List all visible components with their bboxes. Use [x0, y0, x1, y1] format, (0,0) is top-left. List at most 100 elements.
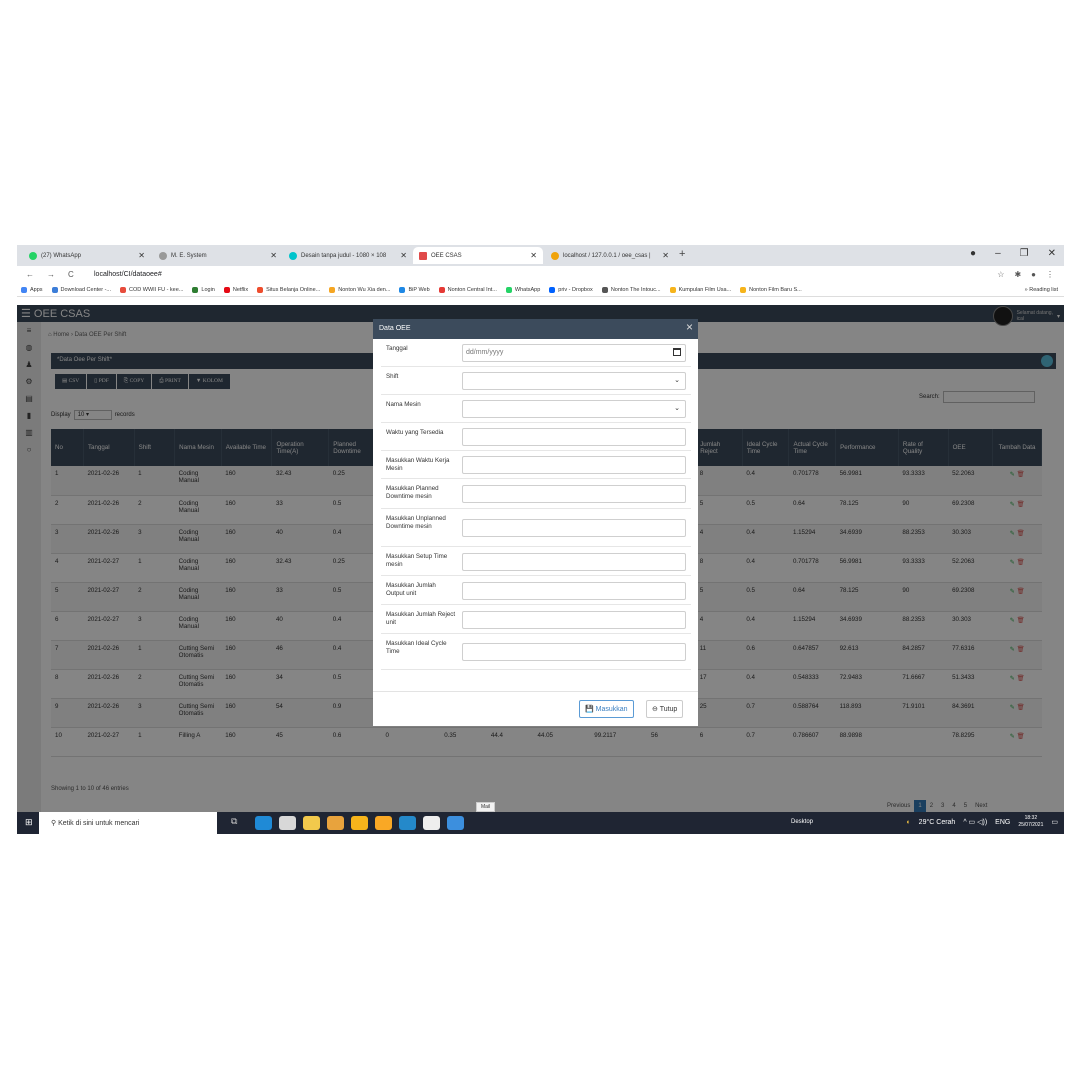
close-icon[interactable]: ✕ [394, 251, 407, 260]
submit-button[interactable]: 💾 Masukkan [579, 700, 634, 718]
store-icon[interactable] [279, 816, 296, 830]
field-label: Tanggal [386, 345, 408, 352]
bookmarks-bar: Apps Download Center -... COD WWII FU - … [17, 283, 1064, 297]
calendar-icon[interactable] [673, 348, 681, 356]
bookmark-icon [120, 286, 126, 293]
dropbox-icon [549, 286, 556, 293]
weather-icon: ◐ [906, 818, 911, 826]
browser-tab-active[interactable]: OEE CSAS ✕ [413, 247, 543, 264]
text-input[interactable] [462, 456, 686, 474]
profile-icon[interactable]: ● [970, 248, 976, 259]
browser-tab[interactable]: M. E. System ✕ [153, 247, 283, 264]
bookmark[interactable]: Nonton Wu Xia den... [329, 286, 390, 293]
field-label: Masukkan Ideal Cycle Time [386, 640, 447, 655]
bookmark[interactable]: Kumpulan Film Usa... [669, 286, 731, 293]
window-controls: ● – ❐ ✕ [970, 248, 1056, 259]
form-row: Masukkan Setup Time mesin [381, 547, 691, 576]
menu-dots-icon[interactable]: ⋮ [1046, 270, 1054, 279]
star-icon[interactable]: ☆ [997, 270, 1004, 279]
field-label: Waktu yang Tersedia [386, 429, 444, 436]
close-icon[interactable]: ✕ [264, 251, 277, 260]
bookmark[interactable]: Apps [21, 286, 43, 293]
app-icon[interactable] [423, 816, 440, 830]
minimize-icon[interactable]: – [995, 248, 1001, 259]
date-input[interactable]: dd/mm/yyyy [462, 344, 686, 362]
browser-tab[interactable]: (27) WhatsApp ✕ [23, 247, 151, 264]
bookmark[interactable]: Nonton The Intouc... [601, 286, 661, 293]
close-icon[interactable]: ✕ [132, 251, 145, 260]
bookmark[interactable]: Download Center -... [51, 286, 111, 293]
vscode-icon[interactable] [399, 816, 416, 830]
close-icon[interactable]: ✕ [656, 251, 669, 260]
whatsapp-icon [505, 286, 512, 293]
bookmark-icon [438, 286, 445, 293]
browser-tab[interactable]: localhost / 127.0.0.1 / oee_csas | ✕ [545, 247, 675, 264]
clock[interactable]: 18:32 25/07/2021 [1018, 815, 1043, 829]
text-input[interactable] [462, 485, 686, 503]
bookmark[interactable]: Nonton Central Int... [438, 286, 497, 293]
forward-icon[interactable]: → [47, 270, 59, 279]
mail-icon[interactable] [447, 816, 464, 830]
select-input[interactable]: ⌄ [462, 400, 686, 418]
bookmark-icon [329, 286, 336, 293]
form-row: Masukkan Jumlah Reject unit [381, 605, 691, 634]
new-tab-button[interactable]: + [679, 248, 685, 260]
reading-list[interactable]: » Reading list [1025, 287, 1058, 293]
form-row: Masukkan Waktu Kerja Mesin [381, 451, 691, 479]
bookmark[interactable]: priv - Dropbox [549, 286, 593, 293]
close-button[interactable]: ⊖ Tutup [646, 700, 684, 718]
bookmark-icon [399, 286, 406, 293]
bookmark[interactable]: BiP Web [399, 286, 430, 293]
browser-tab[interactable]: Desain tanpa judul - 1080 × 108 ✕ [283, 247, 413, 264]
modal-title: Data OEE [379, 325, 411, 332]
profile-avatar-icon[interactable]: ● [1031, 270, 1036, 279]
chrome-icon[interactable] [327, 816, 344, 830]
text-input[interactable] [462, 643, 686, 661]
bookmark[interactable]: Netflix [223, 286, 248, 293]
notification-icon[interactable]: ▭ [1051, 818, 1058, 826]
taskbar-search-input[interactable]: ⚲ Ketik di sini untuk mencari [39, 812, 217, 834]
tray-icons[interactable]: ^ ▭ ◁)) [963, 818, 987, 826]
sublime-icon[interactable] [375, 816, 392, 830]
close-icon[interactable]: ✕ [524, 251, 537, 260]
tab-label: Desain tanpa judul - 1080 × 108 [301, 252, 387, 259]
text-input[interactable] [462, 428, 686, 446]
text-input[interactable] [462, 582, 686, 600]
mail-tooltip: Mail [476, 802, 496, 812]
form-row: Masukkan Planned Downtime mesin [381, 479, 691, 509]
extensions-icon[interactable]: ✱ [1014, 270, 1021, 279]
chevron-down-icon: ⌄ [674, 405, 680, 412]
field-label: Masukkan Unplanned Downtime mesin [386, 515, 446, 530]
bookmark[interactable]: Login [192, 286, 215, 293]
text-input[interactable] [462, 611, 686, 629]
system-tray: ◐ 29°C Cerah ^ ▭ ◁)) ENG 18:32 25/07/2021… [906, 815, 1058, 829]
bookmark[interactable]: Nonton Film Baru S... [740, 286, 802, 293]
text-input[interactable] [462, 519, 686, 537]
select-input[interactable]: ⌄ [462, 372, 686, 390]
bookmark[interactable]: WhatsApp [505, 286, 540, 293]
minus-circle-icon: ⊖ [652, 706, 660, 713]
desktop-label[interactable]: Desktop [791, 819, 813, 825]
edge-icon[interactable] [255, 816, 272, 830]
back-icon[interactable]: ← [26, 270, 38, 279]
language-indicator[interactable]: ENG [995, 819, 1010, 826]
text-input[interactable] [462, 553, 686, 571]
bookmark[interactable]: Situs Belanja Online... [257, 286, 320, 293]
bookmark[interactable]: COD WWII FU - kee... [120, 286, 183, 293]
url-field[interactable]: localhost/CI/dataoee# [94, 271, 162, 278]
task-view-icon[interactable]: ⧉ [231, 816, 248, 830]
reload-icon[interactable]: C [68, 270, 80, 279]
phpmyadmin-icon [551, 251, 559, 260]
modal-close-icon[interactable]: × [686, 320, 693, 334]
xampp-icon[interactable] [351, 816, 368, 830]
modal-footer: 💾 Masukkan ⊖ Tutup [373, 691, 698, 726]
windows-taskbar: ⊞ ⚲ Ketik di sini untuk mencari ⧉ Deskto… [17, 812, 1064, 834]
field-label: Nama Mesin [386, 401, 421, 408]
windows-start-icon[interactable]: ⊞ [25, 817, 33, 828]
maximize-icon[interactable]: ❐ [1020, 248, 1029, 259]
weather-text[interactable]: 29°C Cerah [919, 819, 956, 826]
close-window-icon[interactable]: ✕ [1048, 248, 1056, 259]
file-explorer-icon[interactable] [303, 816, 320, 830]
date-placeholder: dd/mm/yyyy [466, 349, 504, 356]
globe-icon [601, 286, 608, 293]
